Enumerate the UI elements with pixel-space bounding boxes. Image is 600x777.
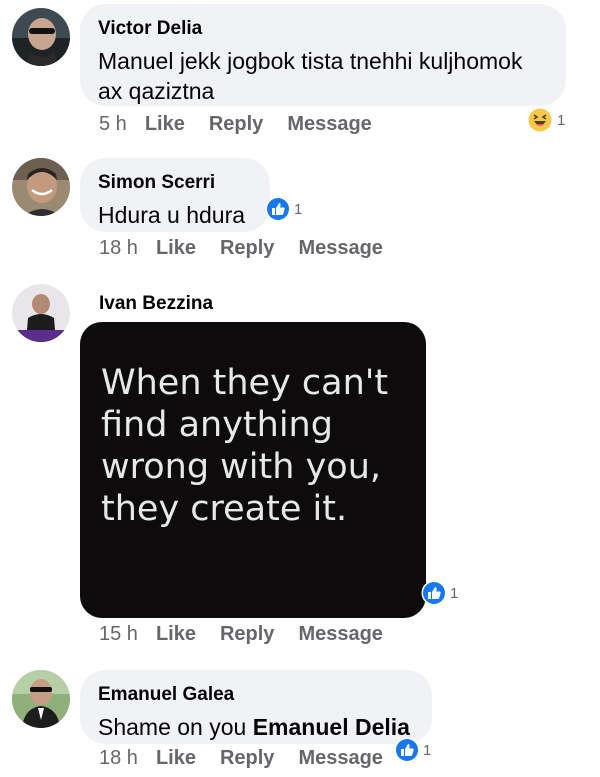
- haha-icon: [527, 107, 553, 133]
- like-button[interactable]: Like: [156, 237, 196, 260]
- quote-line: wrong with you,: [101, 447, 381, 487]
- like-icon: [421, 580, 447, 606]
- reaction-count: 1: [294, 200, 303, 218]
- comment-actions: 18 h Like Reply Message: [99, 236, 407, 260]
- commenter-name[interactable]: Ivan Bezzina: [99, 293, 213, 315]
- reaction-count: 1: [423, 741, 432, 759]
- reply-button[interactable]: Reply: [209, 113, 263, 136]
- quote-line: they create it.: [101, 489, 347, 529]
- message-button[interactable]: Message: [298, 623, 383, 646]
- reaction-count: 1: [557, 111, 566, 129]
- reaction-summary[interactable]: 1: [421, 580, 458, 606]
- message-button[interactable]: Message: [298, 747, 383, 770]
- avatar[interactable]: [12, 670, 70, 728]
- comment-bubble: Victor Delia Manuel jekk jogbok tista tn…: [80, 4, 566, 106]
- comment-bubble: Simon Scerri Hdura u hdura: [80, 158, 270, 232]
- timestamp[interactable]: 18 h: [99, 747, 138, 770]
- reaction-summary[interactable]: 1: [265, 196, 302, 222]
- reaction-count: 1: [450, 584, 459, 602]
- commenter-name[interactable]: Victor Delia: [98, 18, 546, 40]
- comment-actions: 5 h Like Reply Message: [99, 112, 396, 136]
- mention-link[interactable]: Emanuel Delia: [253, 714, 410, 740]
- avatar[interactable]: [12, 284, 70, 342]
- message-button[interactable]: Message: [298, 237, 383, 260]
- comment-text: Hdura u hdura: [98, 202, 246, 228]
- quote-image: When they can't find anything wrong with…: [101, 363, 388, 529]
- comment-actions: 15 h Like Reply Message: [99, 622, 407, 646]
- comment-text: Manuel jekk jogbok tista tnehhi kuljhomo…: [98, 48, 523, 104]
- reply-button[interactable]: Reply: [220, 237, 274, 260]
- like-button[interactable]: Like: [156, 623, 196, 646]
- message-button[interactable]: Message: [287, 113, 372, 136]
- timestamp[interactable]: 15 h: [99, 623, 138, 646]
- avatar[interactable]: [12, 158, 70, 216]
- avatar[interactable]: [12, 8, 70, 66]
- like-button[interactable]: Like: [156, 747, 196, 770]
- commenter-name[interactable]: Emanuel Galea: [98, 684, 412, 706]
- quote-line: When they can't: [101, 363, 388, 403]
- timestamp[interactable]: 18 h: [99, 237, 138, 260]
- comment-bubble: Emanuel Galea Shame on you Emanuel Delia: [80, 670, 432, 744]
- like-icon: [265, 196, 291, 222]
- reply-button[interactable]: Reply: [220, 623, 274, 646]
- quote-line: find anything: [101, 405, 333, 445]
- comment-actions: 18 h Like Reply Message: [99, 746, 407, 770]
- comment-text: Shame on you Emanuel Delia: [98, 712, 412, 742]
- comment-image[interactable]: When they can't find anything wrong with…: [80, 322, 426, 618]
- reply-button[interactable]: Reply: [220, 747, 274, 770]
- comment-text-prefix: Shame on you: [98, 714, 247, 740]
- reaction-summary[interactable]: 1: [526, 106, 565, 134]
- timestamp[interactable]: 5 h: [99, 113, 127, 136]
- commenter-name[interactable]: Simon Scerri: [98, 172, 250, 194]
- like-button[interactable]: Like: [145, 113, 185, 136]
